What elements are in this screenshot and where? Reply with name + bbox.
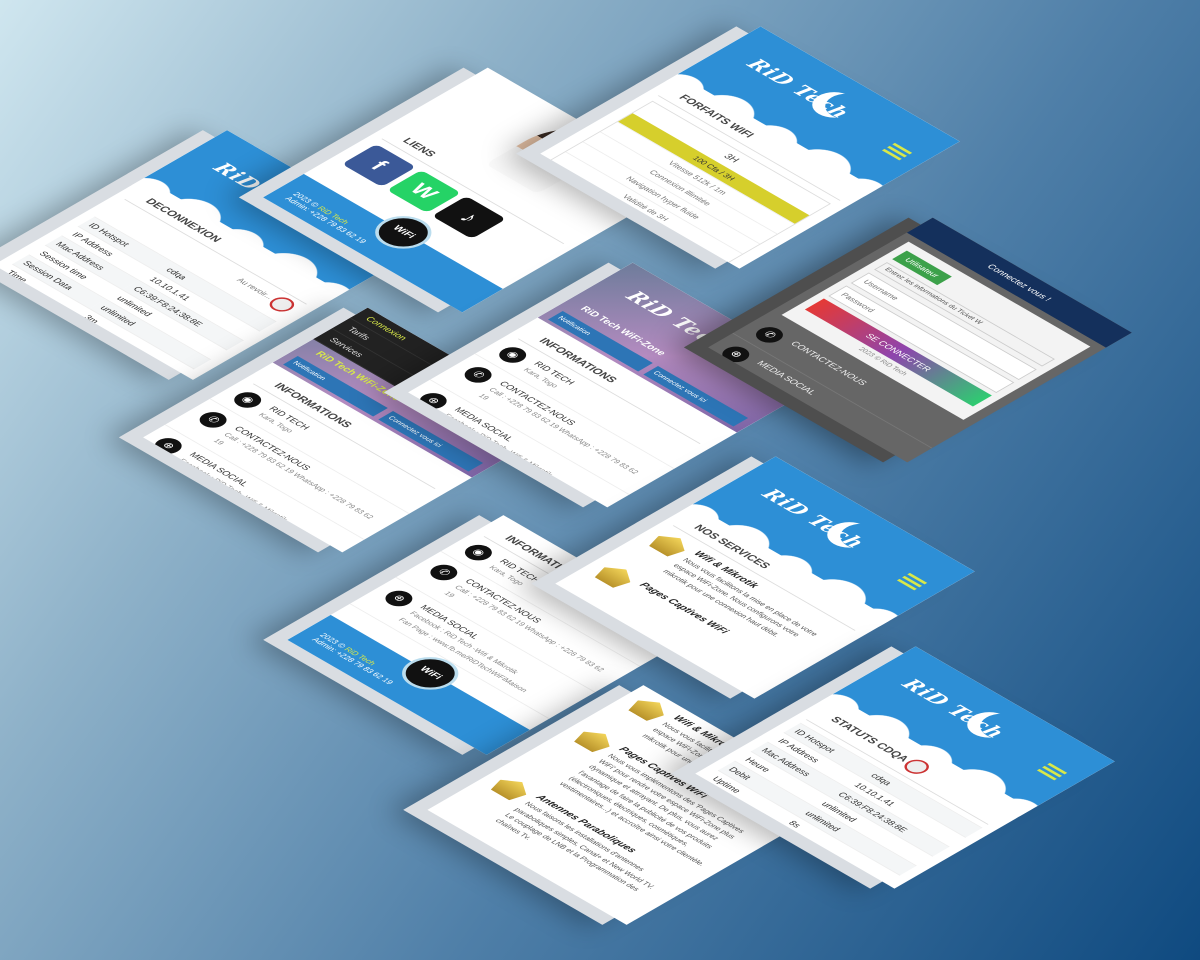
phone-icon: ✆ [193, 409, 232, 432]
plans-card: RiD Tech FORFAITS WIFI 3H 100 Cfa / 3H V… [540, 26, 960, 269]
mockup-stage: RiD Tech DECONNEXION Au revoir... ID Hot… [0, 0, 1200, 960]
menu-icon[interactable] [879, 141, 914, 161]
menu-icon[interactable] [1034, 761, 1069, 781]
location-icon: ◉ [459, 541, 498, 564]
service-icon [645, 531, 693, 559]
phone-icon: ✆ [424, 561, 463, 584]
location-icon: ◉ [493, 343, 532, 366]
globe-icon: ⊕ [149, 434, 188, 457]
phone-icon: ✆ [750, 323, 789, 346]
service-icon [624, 695, 672, 723]
menu-icon[interactable] [894, 571, 929, 591]
globe-icon: ⊕ [380, 587, 419, 610]
login-card: Connectez vous ! Utilisateur Entrez les … [708, 217, 1132, 463]
phone-icon: ✆ [458, 364, 497, 387]
service-icon [487, 775, 535, 803]
service-icon [570, 726, 618, 754]
service-icon [591, 562, 639, 590]
location-icon: ◉ [228, 388, 267, 411]
